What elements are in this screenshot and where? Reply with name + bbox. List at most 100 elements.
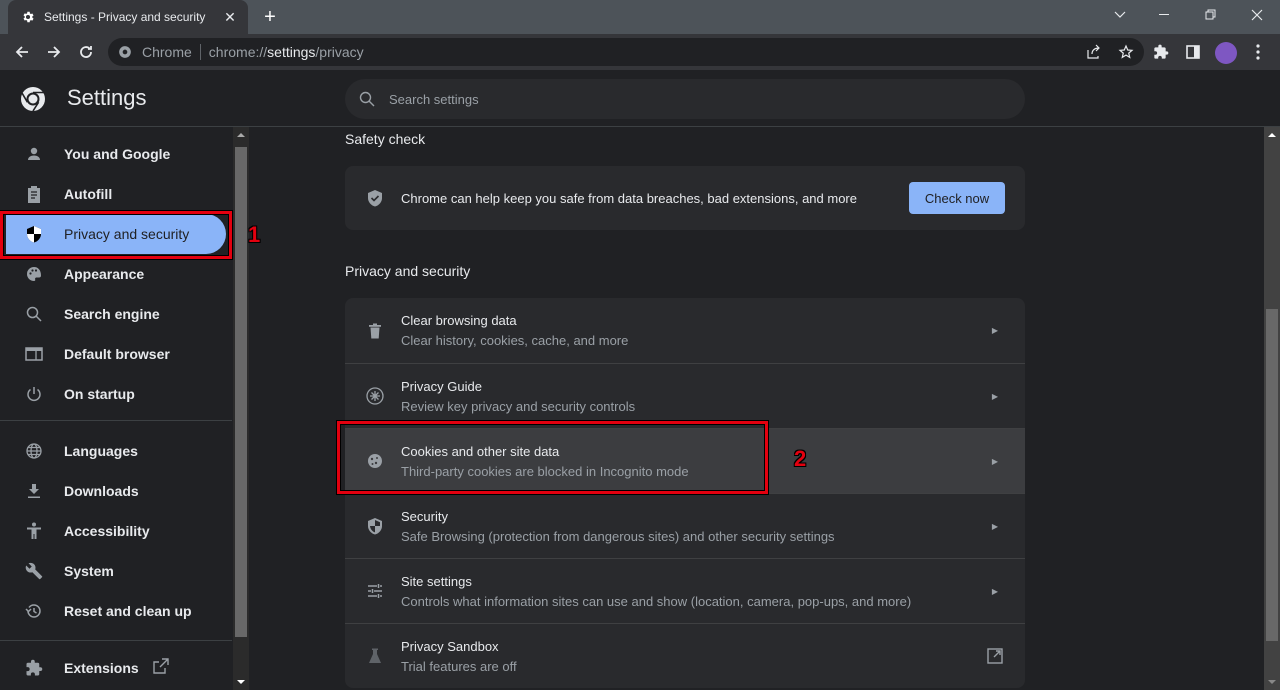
sidebar-item-system[interactable]: System: [0, 551, 232, 591]
side-panel-icon[interactable]: [1183, 42, 1203, 62]
tab-search-icon[interactable]: [1105, 4, 1135, 26]
forward-button[interactable]: [42, 40, 66, 64]
sidebar-item-search-engine[interactable]: Search engine: [0, 294, 232, 334]
sidebar-item-languages[interactable]: Languages: [0, 431, 232, 471]
chrome-logo-icon: [21, 87, 45, 112]
row-subtitle: Trial features are off: [401, 658, 517, 674]
clipboard-icon: [24, 184, 44, 204]
scroll-down-arrow-icon[interactable]: [1268, 680, 1276, 684]
close-tab-icon[interactable]: ✕: [220, 7, 240, 27]
omnibox-divider: [199, 44, 201, 60]
search-settings[interactable]: [345, 79, 1025, 119]
more-menu-icon[interactable]: [1248, 42, 1268, 62]
back-button[interactable]: [10, 40, 34, 64]
sidebar-item-autofill[interactable]: Autofill: [0, 174, 232, 214]
row-title: Clear browsing data: [401, 313, 517, 328]
tune-icon: [365, 581, 385, 601]
row-subtitle: Safe Browsing (protection from dangerous…: [401, 528, 835, 544]
reload-button[interactable]: [74, 40, 98, 64]
sidebar-item-default-browser[interactable]: Default browser: [0, 334, 232, 374]
palette-icon: [24, 264, 44, 284]
sidebar-item-extensions[interactable]: Extensions: [0, 648, 232, 688]
row-privacy-sandbox[interactable]: Privacy Sandbox Trial features are off: [345, 623, 1025, 688]
page-scroll-thumb[interactable]: [1266, 309, 1278, 641]
sidebar-scrollbar[interactable]: [233, 127, 249, 690]
close-window-icon[interactable]: [1242, 4, 1272, 26]
trash-icon: [365, 321, 385, 341]
row-subtitle: Controls what information sites can use …: [401, 593, 912, 609]
download-icon: [24, 481, 44, 501]
browser-toolbar: Chrome chrome://settings/privacy: [0, 34, 1280, 70]
tab-strip: Settings - Privacy and security ✕ +: [0, 0, 1280, 34]
row-title: Privacy Sandbox: [401, 638, 499, 654]
scroll-up-arrow-icon[interactable]: [237, 133, 245, 137]
sidebar-item-label: Accessibility: [64, 523, 150, 539]
flask-icon: [365, 646, 385, 666]
minimize-icon[interactable]: [1150, 4, 1180, 26]
new-tab-button[interactable]: +: [258, 6, 282, 28]
restore-icon: [24, 601, 44, 621]
person-icon: [24, 144, 44, 164]
address-bar[interactable]: Chrome chrome://settings/privacy: [108, 38, 1144, 66]
sidebar-item-on-startup[interactable]: On startup: [0, 374, 232, 414]
sidebar-item-label: Languages: [64, 443, 138, 459]
scroll-up-arrow-icon[interactable]: [1268, 133, 1276, 137]
sidebar-item-label: You and Google: [64, 146, 171, 162]
sidebar-item-label: Default browser: [64, 346, 170, 362]
share-icon[interactable]: [1084, 42, 1104, 62]
sidebar-item-label: System: [64, 563, 114, 579]
shield-check-icon: [365, 188, 385, 208]
wrench-icon: [24, 561, 44, 581]
profile-avatar[interactable]: [1215, 42, 1237, 64]
shield-icon: [365, 516, 385, 536]
row-privacy-guide[interactable]: Privacy Guide Review key privacy and sec…: [345, 363, 1025, 428]
bookmark-star-icon[interactable]: [1116, 42, 1136, 62]
safety-check-card: Chrome can help keep you safe from data …: [345, 166, 1025, 230]
scroll-down-arrow-icon[interactable]: [237, 680, 245, 684]
check-now-button[interactable]: Check now: [909, 182, 1005, 214]
row-subtitle: Review key privacy and security controls: [401, 398, 636, 414]
globe-icon: [24, 441, 44, 461]
sidebar-item-downloads[interactable]: Downloads: [0, 471, 232, 511]
row-security[interactable]: Security Safe Browsing (protection from …: [345, 493, 1025, 558]
safety-check-heading: Safety check: [345, 131, 426, 147]
chrome-icon: [119, 46, 131, 58]
sidebar-scroll-thumb[interactable]: [235, 147, 247, 637]
sidebar-item-label: Autofill: [64, 186, 113, 202]
open-in-new-icon: [985, 648, 1005, 664]
restore-window-icon[interactable]: [1196, 4, 1226, 26]
search-icon: [359, 91, 375, 107]
compass-icon: [365, 386, 385, 406]
sidebar-item-label: On startup: [64, 386, 135, 402]
gear-icon: [20, 9, 36, 25]
row-clear-browsing-data[interactable]: Clear browsing data Clear history, cooki…: [345, 298, 1025, 363]
row-title: Privacy Guide: [401, 378, 482, 394]
extensions-puzzle-icon[interactable]: [1151, 42, 1171, 62]
puzzle-icon: [24, 658, 44, 678]
chevron-right-icon: ▶: [991, 586, 999, 596]
browser-icon: [24, 344, 44, 364]
privacy-section-heading: Privacy and security: [345, 263, 471, 279]
sidebar-item-you-and-google[interactable]: You and Google: [0, 134, 232, 174]
url-text: chrome://settings/privacy: [208, 44, 364, 60]
annotation-box-2: [337, 421, 768, 494]
chevron-right-icon: ▶: [991, 326, 999, 335]
page-title: Settings: [67, 85, 147, 110]
page-scrollbar[interactable]: [1264, 127, 1280, 690]
sidebar-item-label: Reset and clean up: [64, 603, 192, 619]
sidebar-item-label: Search engine: [64, 306, 160, 322]
sidebar-item-accessibility[interactable]: Accessibility: [0, 511, 232, 551]
tab-title: Settings - Privacy and security: [44, 10, 206, 24]
accessibility-icon: [24, 521, 44, 541]
search-input[interactable]: [389, 91, 989, 107]
sidebar-item-reset-and-clean-up[interactable]: Reset and clean up: [0, 591, 232, 631]
annotation-number-2: 2: [794, 446, 807, 471]
annotation-box-1: [0, 211, 232, 259]
search-icon: [24, 304, 44, 324]
tab-settings[interactable]: Settings - Privacy and security ✕: [8, 0, 248, 34]
row-site-settings[interactable]: Site settings Controls what information …: [345, 558, 1025, 623]
chevron-right-icon: ▶: [991, 456, 999, 466]
row-title: Security: [401, 508, 448, 524]
sidebar-divider: [0, 640, 232, 641]
sidebar-item-appearance[interactable]: Appearance: [0, 254, 232, 294]
